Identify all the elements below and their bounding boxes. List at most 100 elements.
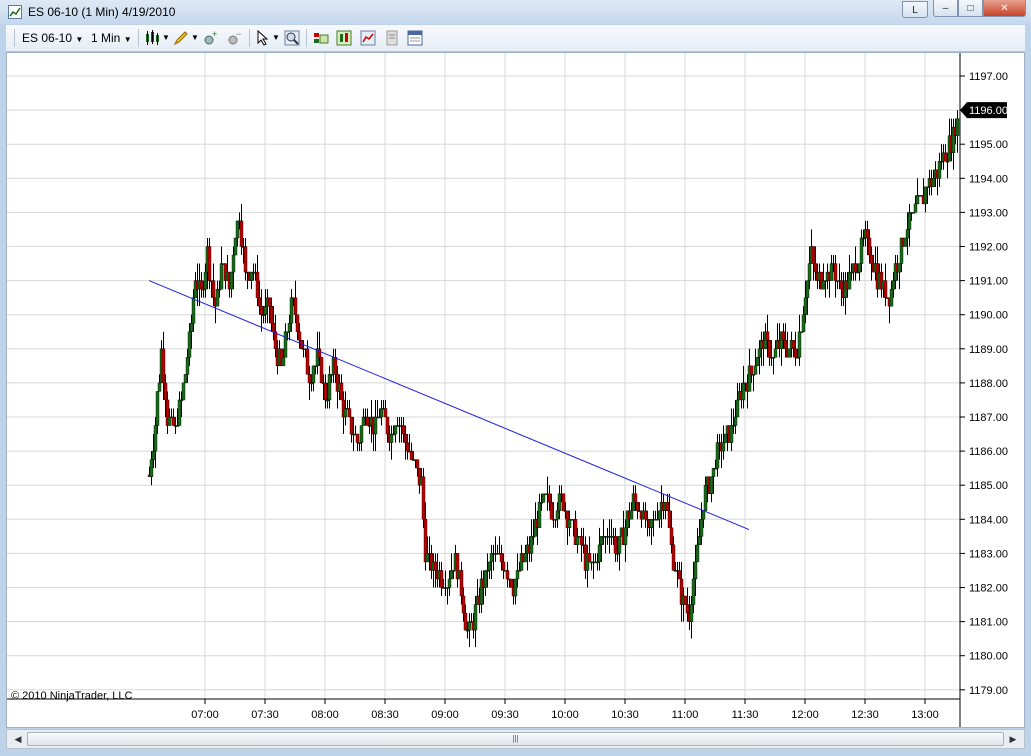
candle-body	[505, 570, 510, 580]
candle-body	[289, 297, 294, 324]
candle	[345, 399, 350, 410]
candle-body	[523, 553, 528, 563]
horizontal-scrollbar[interactable]: ◀ ||| ▶	[6, 729, 1025, 749]
zoom-plus-icon[interactable]: +	[203, 30, 219, 46]
candle-body	[891, 280, 896, 290]
candle-body	[635, 502, 640, 511]
candle-body	[203, 271, 208, 290]
candle-body	[177, 399, 182, 426]
candle-body	[579, 536, 584, 546]
candle	[943, 144, 948, 162]
candle-body	[741, 382, 746, 401]
candle	[339, 374, 344, 401]
candle	[383, 399, 388, 418]
scroll-left-icon[interactable]: ◀	[11, 732, 25, 746]
indicators-icon[interactable]	[313, 30, 329, 46]
layout-button[interactable]: L	[902, 1, 928, 18]
candle-body	[839, 280, 844, 290]
scroll-right-icon[interactable]: ▶	[1006, 732, 1020, 746]
candle-body	[467, 621, 472, 631]
candle-body	[711, 467, 716, 477]
candle-body	[575, 536, 580, 546]
chevron-down-icon[interactable]: ▼	[272, 29, 280, 47]
candle-body	[401, 425, 406, 435]
candle-body	[783, 340, 788, 349]
candle-body	[853, 263, 858, 273]
candle	[181, 382, 186, 401]
candle-body	[691, 578, 696, 605]
candle-body	[191, 297, 196, 324]
chevron-down-icon[interactable]: ▼	[191, 29, 199, 47]
candle-body	[597, 544, 602, 563]
y-tick-label: 1194.00	[969, 173, 1008, 185]
y-tick-label: 1184.00	[969, 514, 1008, 526]
chart-panel[interactable]: 1197.00 1196.00 1195.00 1194.00 1193.00 1192.…	[6, 52, 1025, 728]
zoom-minus-icon[interactable]: −	[227, 30, 243, 46]
candle-body	[931, 178, 936, 188]
candlestick-icon[interactable]	[144, 30, 160, 46]
candle	[613, 527, 618, 562]
interval-selector[interactable]: 1 Min ▼	[91, 29, 132, 47]
candle-body	[199, 280, 204, 290]
y-tick-label: 1179.00	[969, 685, 1008, 697]
pencil-icon[interactable]	[173, 30, 189, 46]
candle-body	[167, 416, 172, 426]
candle	[915, 178, 920, 205]
candle	[829, 255, 834, 281]
candle-body	[425, 553, 430, 563]
maximize-button[interactable]: □	[958, 0, 983, 17]
candle-body	[447, 578, 452, 588]
candle-body	[183, 374, 188, 384]
candle-body	[905, 229, 910, 239]
candle-body	[421, 476, 426, 520]
candle	[729, 408, 734, 452]
candle-body	[153, 425, 158, 452]
candle-body	[791, 340, 796, 349]
candle-body	[489, 553, 494, 563]
magnifier-icon[interactable]	[284, 30, 300, 46]
candle	[467, 613, 472, 648]
candle-body	[215, 288, 220, 307]
candle	[439, 561, 444, 597]
candle	[603, 536, 608, 554]
scrollbar-thumb[interactable]: |||	[27, 732, 1004, 746]
y-tick-label: 1186.00	[969, 446, 1008, 458]
price-chart[interactable]: 1197.00 1196.00 1195.00 1194.00 1193.00 1192.…	[7, 53, 1024, 727]
candle-body	[149, 459, 154, 477]
candle-body	[273, 331, 278, 349]
candle-body	[379, 408, 384, 418]
candle	[883, 263, 888, 307]
instrument-selector[interactable]: ES 06-10 ▼	[22, 29, 83, 47]
candle-body	[473, 604, 478, 631]
chevron-down-icon[interactable]: ▼	[162, 29, 170, 47]
close-button[interactable]: ✕	[983, 0, 1026, 17]
minimize-button[interactable]: –	[933, 0, 958, 17]
candle-body	[883, 280, 888, 298]
candle	[243, 237, 248, 281]
properties-icon[interactable]	[384, 30, 400, 46]
y-tick-label: 1181.00	[969, 617, 1008, 629]
interval-label: 1 Min	[91, 31, 121, 45]
candle-body	[735, 399, 740, 418]
candle-body	[857, 263, 862, 273]
candle	[365, 408, 370, 426]
trendline[interactable]	[148, 280, 750, 530]
x-tick-label: 11:00	[672, 709, 699, 721]
candle	[393, 425, 398, 443]
candle	[171, 408, 176, 426]
strategies-icon[interactable]	[336, 30, 352, 46]
candle-body	[955, 118, 960, 136]
candle	[493, 536, 498, 562]
candle-body	[797, 331, 802, 358]
chart-style-icon[interactable]	[360, 30, 376, 46]
candle-body	[937, 161, 942, 179]
candle-body	[317, 348, 322, 358]
candle-body	[187, 331, 192, 358]
x-tick-label: 13:00	[911, 709, 939, 721]
data-box-icon[interactable]	[407, 30, 423, 46]
x-tick-label: 09:00	[431, 709, 459, 721]
candle-body	[281, 357, 286, 367]
title-bar[interactable]: ES 06-10 (1 Min) 4/19/2010 L – □ ✕	[0, 0, 1031, 24]
cursor-icon[interactable]	[255, 30, 271, 46]
trendline-segment[interactable]	[148, 280, 750, 530]
